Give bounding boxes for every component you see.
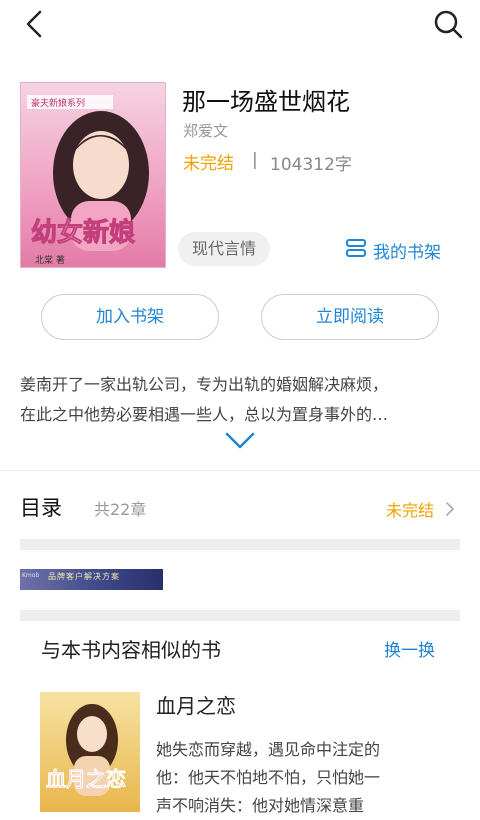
similar-book-description: 她失恋而穿越，遇见命中注定的 他：他天不怕地不怕，只怕她一 声不响消失：他对她情… bbox=[156, 736, 448, 820]
cover-author-text: 北棠 著 bbox=[35, 254, 65, 266]
similar-cover-title: 血月之恋 bbox=[46, 767, 126, 791]
my-bookshelf-label: 我的书架 bbox=[373, 242, 441, 263]
similar-books-title: 与本书内容相似的书 bbox=[41, 638, 221, 662]
info-separator: | bbox=[252, 150, 258, 170]
section-separator bbox=[20, 539, 460, 550]
bookshelf-icon bbox=[345, 238, 373, 263]
chevron-down-icon[interactable] bbox=[224, 430, 256, 452]
ad-tag: Kmob bbox=[22, 572, 40, 579]
word-count: 104312字 bbox=[270, 155, 352, 175]
description-line: 声不响消失：他对她情深意重 bbox=[156, 796, 365, 815]
add-to-shelf-button[interactable]: 加入书架 bbox=[41, 294, 219, 340]
ad-text: 品牌客户解决方案 bbox=[48, 572, 120, 581]
cover-series-text: 豪夫新娘系列 bbox=[31, 97, 85, 109]
genre-tag[interactable]: 现代言情 bbox=[178, 232, 270, 266]
similar-book-cover[interactable]: 血月之恋 bbox=[40, 692, 140, 812]
refresh-button[interactable]: 换一换 bbox=[384, 636, 435, 661]
similar-book-title[interactable]: 血月之恋 bbox=[156, 690, 236, 719]
description-line: 他：他天不怕地不怕，只怕她一 bbox=[156, 768, 381, 787]
description-line: 在此之中他势必要相遇一些人，总以为置身事外的… bbox=[20, 405, 389, 424]
book-status: 未完结 bbox=[183, 154, 234, 174]
cover-title-text: 幼女新娘 bbox=[31, 217, 135, 248]
search-icon[interactable] bbox=[430, 6, 466, 42]
divider bbox=[0, 470, 480, 471]
chevron-right-icon[interactable] bbox=[444, 501, 456, 517]
book-title: 那一场盛世烟花 bbox=[182, 88, 350, 116]
book-author[interactable]: 郑爱文 bbox=[183, 120, 228, 141]
book-cover: 豪夫新娘系列 幼女新娘 北棠 著 bbox=[20, 82, 166, 268]
my-bookshelf-link[interactable]: 我的书架 bbox=[345, 237, 441, 263]
read-now-button[interactable]: 立即阅读 bbox=[261, 294, 439, 340]
toc-status[interactable]: 未完结 bbox=[386, 497, 434, 521]
ad-banner[interactable]: Kmob 品牌客户解决方案 bbox=[20, 569, 163, 590]
section-separator bbox=[20, 610, 460, 621]
toc-title[interactable]: 目录 bbox=[20, 492, 62, 522]
toc-chapter-count: 共22章 bbox=[94, 500, 147, 519]
back-arrow-icon[interactable] bbox=[18, 6, 54, 42]
description-line: 她失恋而穿越，遇见命中注定的 bbox=[156, 740, 381, 759]
book-description: 姜南开了一家出轨公司，专为出轨的婚姻解决麻烦， 在此之中他势必要相遇一些人，总以… bbox=[20, 370, 450, 430]
description-line: 姜南开了一家出轨公司，专为出轨的婚姻解决麻烦， bbox=[20, 375, 389, 394]
